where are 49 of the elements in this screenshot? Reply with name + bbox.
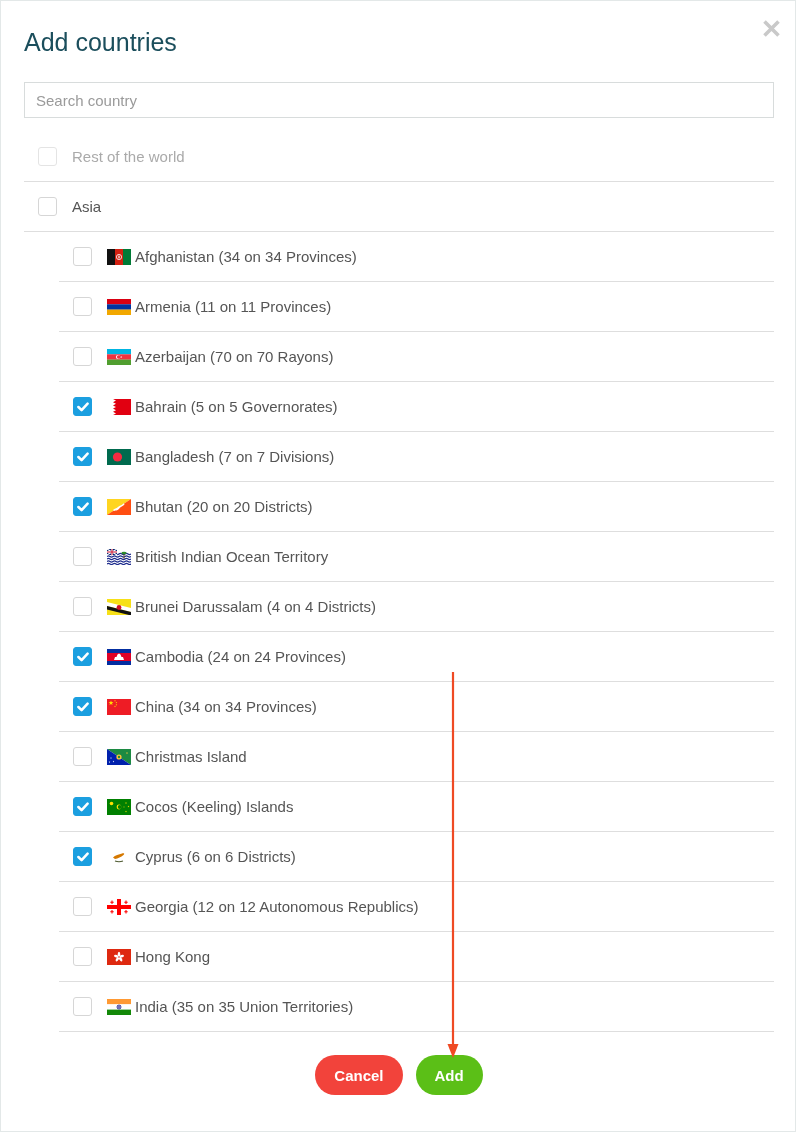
- checkbox[interactable]: [73, 647, 92, 666]
- country-label[interactable]: Georgia (12 on 12 Autonomous Republics): [135, 898, 419, 915]
- flag-icon: [107, 898, 131, 915]
- country-label[interactable]: Christmas Island: [135, 748, 247, 765]
- flag-icon: [107, 298, 131, 315]
- check-icon: [76, 651, 89, 662]
- close-icon[interactable]: [762, 19, 781, 38]
- checkbox[interactable]: [73, 447, 92, 466]
- flag-icon: [107, 948, 131, 965]
- country-label[interactable]: Cambodia (24 on 24 Provinces): [135, 648, 346, 665]
- dialog-title: Add countries: [24, 27, 177, 57]
- country-label[interactable]: Afghanistan (34 on 34 Provinces): [135, 248, 357, 265]
- country-label[interactable]: Armenia (11 on 11 Provinces): [135, 298, 332, 315]
- check-icon: [76, 451, 89, 462]
- country-label[interactable]: Bahrain (5 on 5 Governorates): [135, 398, 338, 415]
- country-label[interactable]: British Indian Ocean Territory: [135, 548, 329, 565]
- flag-icon: [107, 598, 131, 615]
- flag-icon: [107, 348, 131, 365]
- checkbox[interactable]: [73, 847, 92, 866]
- country-label[interactable]: Brunei Darussalam (4 on 4 Districts): [135, 598, 376, 615]
- check-icon: [76, 701, 89, 712]
- check-icon: [76, 801, 89, 812]
- country-label[interactable]: Hong Kong: [135, 948, 211, 965]
- flag-icon: [107, 998, 131, 1015]
- checkbox[interactable]: [73, 397, 92, 416]
- country-label[interactable]: Cyprus (6 on 6 Districts): [135, 848, 296, 865]
- flag-icon: [107, 648, 131, 665]
- flag-icon: [107, 248, 131, 265]
- checkbox[interactable]: [73, 497, 92, 516]
- search-field[interactable]: Search country: [24, 82, 774, 118]
- check-icon: [76, 401, 89, 412]
- flag-icon: [107, 498, 131, 515]
- country-label[interactable]: India (35 on 35 Union Territories): [135, 998, 354, 1015]
- check-icon: [76, 851, 89, 862]
- checkbox[interactable]: [73, 797, 92, 816]
- region-label[interactable]: Asia: [72, 198, 102, 215]
- country-label[interactable]: China (34 on 34 Provinces): [135, 698, 317, 715]
- cancel-button[interactable]: Cancel: [315, 1055, 403, 1095]
- flag-icon: [107, 548, 131, 565]
- country-label[interactable]: Bangladesh (7 on 7 Divisions): [135, 448, 335, 465]
- country-label[interactable]: Azerbaijan (70 on 70 Rayons): [135, 348, 334, 365]
- check-icon: [76, 501, 89, 512]
- flag-icon: [107, 448, 131, 465]
- flag-icon: [107, 798, 131, 815]
- flag-icon: [107, 748, 131, 765]
- flag-icon: [107, 698, 131, 715]
- country-label[interactable]: Cocos (Keeling) Islands: [135, 798, 294, 815]
- checkbox[interactable]: [73, 697, 92, 716]
- country-label[interactable]: Bhutan (20 on 20 Districts): [135, 498, 313, 515]
